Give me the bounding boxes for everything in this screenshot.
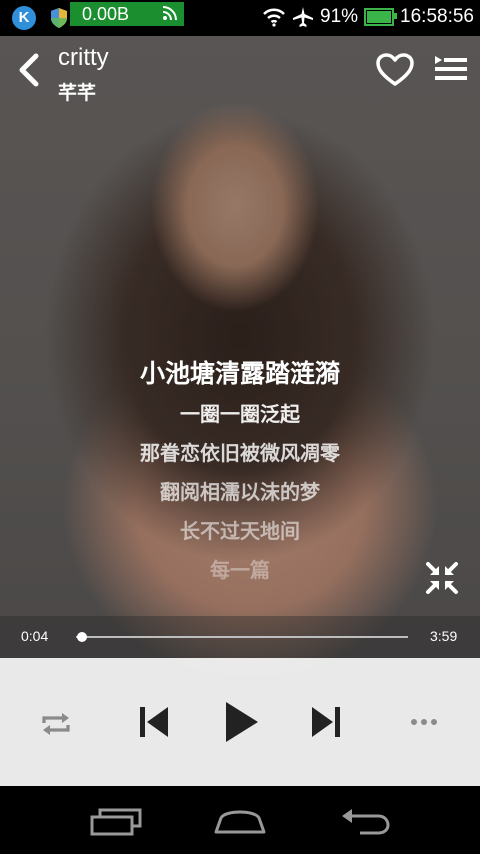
total-duration: 3:59: [430, 628, 458, 644]
player-header: critty 芊芊: [0, 36, 480, 106]
status-bar: K 0.00B 91% 16:58:56: [0, 0, 480, 36]
lyric-line: 每一篇: [210, 560, 270, 582]
recent-apps-icon[interactable]: [90, 808, 142, 836]
current-lyric-line: 小池塘清露踏涟漪: [139, 360, 340, 388]
home-icon[interactable]: [213, 808, 267, 834]
lyric-line: 那眷恋依旧被微风凋零: [140, 443, 340, 465]
clock: 16:58:56: [400, 6, 474, 27]
song-title: critty: [58, 44, 109, 71]
previous-track-button[interactable]: [139, 706, 169, 738]
collapse-arrows-icon[interactable]: [424, 560, 460, 596]
play-button[interactable]: [224, 700, 260, 744]
lyric-line: 一圈一圈泛起: [180, 404, 300, 426]
traffic-monitor-badge: 0.00B: [70, 2, 184, 26]
lyric-line: 长不过天地间: [180, 521, 300, 543]
playlist-icon[interactable]: [433, 54, 469, 86]
traffic-speed-text: 0.00B: [82, 4, 130, 24]
rss-signal-icon: [162, 6, 177, 21]
battery-icon: [364, 8, 398, 26]
artist-name: 芊芊: [58, 83, 97, 104]
security-shield-icon: [51, 8, 67, 28]
favorite-heart-icon[interactable]: [376, 53, 414, 87]
progress-bar: 0:04 3:59: [0, 616, 480, 658]
playback-controls: [0, 658, 480, 786]
seek-thumb[interactable]: [76, 632, 87, 642]
lyric-line: 翻阅相濡以沫的梦: [160, 482, 320, 504]
lyrics-panel: 小池塘清露踏涟漪 一圈一圈泛起 那眷恋依旧被微风凋零 翻阅相濡以沫的梦 长不过天…: [0, 352, 480, 591]
k-app-icon: K: [12, 6, 36, 30]
battery-percent: 91%: [320, 6, 359, 27]
back-button[interactable]: [14, 52, 46, 88]
next-track-button[interactable]: [311, 706, 341, 738]
seek-track[interactable]: [76, 636, 408, 638]
battery-level-fill: [367, 11, 391, 23]
repeat-icon[interactable]: [40, 710, 72, 738]
more-options-icon[interactable]: [410, 718, 438, 726]
music-player-screen: K 0.00B 91% 16:58:56 critty 芊芊 小池塘清露踏涟漪 …: [0, 0, 480, 854]
wifi-icon: [263, 8, 285, 27]
elapsed-time: 0:04: [21, 628, 49, 644]
airplane-mode-icon: [293, 7, 313, 27]
nav-back-icon[interactable]: [340, 808, 390, 836]
system-navigation-bar: [0, 786, 480, 854]
status-icons: 91% 16:58:56: [262, 6, 474, 28]
